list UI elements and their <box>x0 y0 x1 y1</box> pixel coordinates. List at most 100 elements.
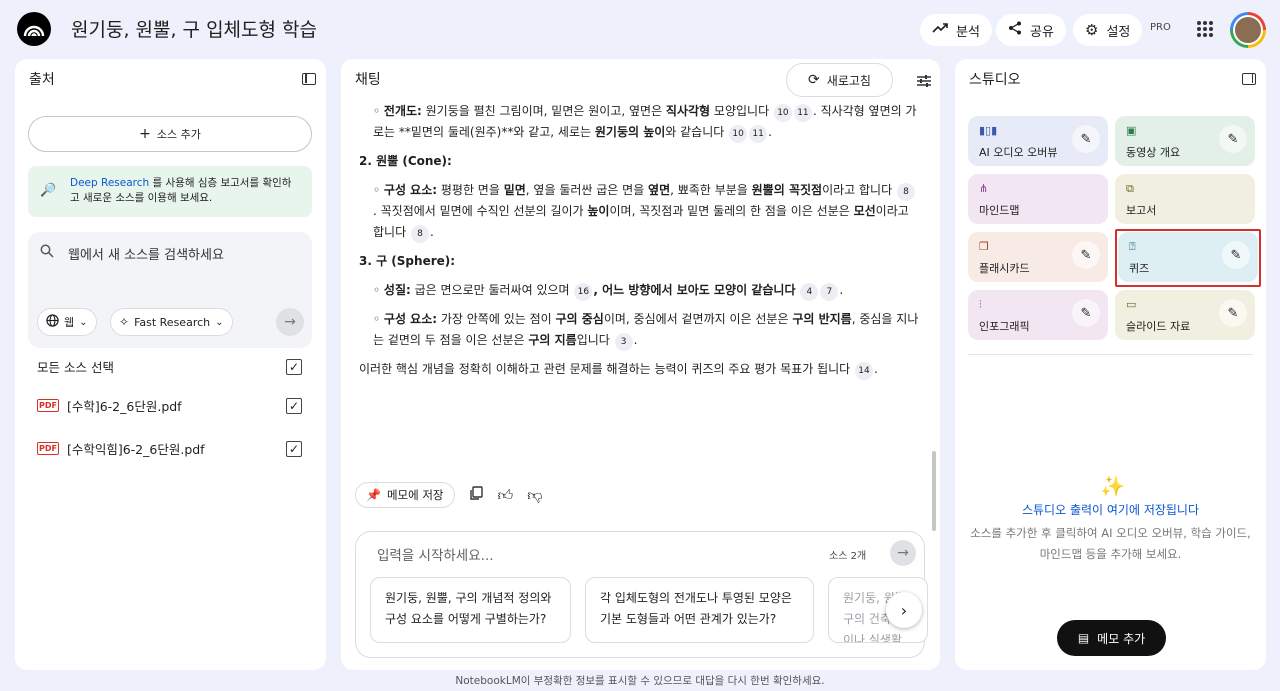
tune-icon[interactable] <box>916 73 932 87</box>
research-mode-dropdown[interactable]: ✧ Fast Research ⌄ <box>110 308 233 336</box>
add-source-button[interactable]: + 소스 추가 <box>28 116 312 152</box>
citation-chip[interactable]: 14 <box>855 362 874 380</box>
source-checkbox[interactable]: ✓ <box>286 398 302 414</box>
pdf-icon: PDF <box>37 442 59 455</box>
flashcard-tile[interactable]: ❐ 플래시카드 ✎ <box>968 232 1108 282</box>
web-search-box: 웹에서 새 소스를 검색하세요 웹 ⌄ ✧ Fast Research ⌄ → <box>28 232 312 348</box>
thumbs-up-icon[interactable]: 👍︎ <box>498 486 514 505</box>
citation-chip[interactable]: 16 <box>574 283 593 301</box>
citation-chip[interactable]: 7 <box>820 283 839 301</box>
suggested-question[interactable]: 각 입체도형의 전개도나 투영된 모양은 기본 도형들과 어떤 관계가 있는가? <box>585 577 814 643</box>
citation-chip[interactable]: 8 <box>410 225 429 243</box>
note-icon: ▤ <box>1077 631 1090 645</box>
sources-panel: 출처 + 소스 추가 🔎 Deep Research 를 사용해 심층 보고서를… <box>15 59 326 670</box>
citation-chip[interactable]: 8 <box>896 183 915 201</box>
analyze-label: 분석 <box>956 24 980 40</box>
suggested-question[interactable]: 원기둥, 원뿔, 구의 개념적 정의와 구성 요소를 어떻게 구별하는가? <box>370 577 571 643</box>
tile-label: 마인드맵 <box>979 204 1020 217</box>
sources-title: 출처 <box>29 72 55 88</box>
tile-label: 플래시카드 <box>979 262 1030 275</box>
notebook-title[interactable]: 원기둥, 원뿔, 구 입체도형 학습 <box>71 15 317 42</box>
citation-chip[interactable]: 4 <box>800 283 819 301</box>
source-item[interactable]: PDF [수학]6-2_6단원.pdf <box>37 396 182 415</box>
thumbs-down-icon[interactable]: 👎︎ <box>527 486 542 505</box>
edit-pencil-icon[interactable]: ✎ <box>1222 241 1250 269</box>
pdf-icon: PDF <box>37 399 59 412</box>
mindmap-tile[interactable]: ⋔ 마인드맵 <box>968 174 1108 224</box>
notebooklm-logo[interactable] <box>17 12 51 46</box>
magic-wand-icon: ✨ <box>1100 474 1125 498</box>
edit-pencil-icon[interactable]: ✎ <box>1219 299 1247 327</box>
citation-chip[interactable]: 11 <box>749 125 768 143</box>
tile-label: 퀴즈 <box>1129 262 1150 275</box>
edit-pencil-icon[interactable]: ✎ <box>1072 299 1100 327</box>
disclaimer-footer: NotebookLM이 부정확한 정보를 표시할 수 있으므로 대답을 다시 한… <box>455 675 825 687</box>
tile-label: AI 오디오 오버뷰 <box>979 146 1058 159</box>
deep-research-link[interactable]: Deep Research <box>70 177 149 189</box>
collapse-panel-icon[interactable] <box>302 73 316 85</box>
edit-pencil-icon[interactable]: ✎ <box>1219 125 1247 153</box>
sparkle-search-icon: ✧ <box>119 315 130 329</box>
section-heading: 3. 구 (Sphere): <box>359 254 456 268</box>
save-memo-label: 메모에 저장 <box>386 488 444 502</box>
web-chip-label: 웹 <box>64 316 75 329</box>
source-item[interactable]: PDF [수학익힘]6-2_6단원.pdf <box>37 439 205 458</box>
chat-input-box: 입력을 시작하세요... 소스 2개 → 원기둥, 원뿔, 구의 개념적 정의와… <box>355 531 928 658</box>
source-file-name: [수학익힘]6-2_6단원.pdf <box>66 442 205 457</box>
pin-icon: 📌 <box>366 488 381 502</box>
web-search-input[interactable]: 웹에서 새 소스를 검색하세요 <box>68 244 224 263</box>
citation-chip[interactable]: 11 <box>793 104 812 122</box>
video-overview-tile[interactable]: ▣ 동영상 개요 ✎ <box>1115 116 1255 166</box>
report-tile[interactable]: ⧉ 보고서 <box>1115 174 1255 224</box>
copy-icon[interactable] <box>469 485 484 505</box>
studio-title: 스튜디오 <box>969 72 1021 88</box>
chevron-down-icon: ⌄ <box>79 316 88 328</box>
tile-label: 인포그래픽 <box>979 320 1030 333</box>
tile-label: 동영상 개요 <box>1126 146 1181 159</box>
response-paragraph: ◦ 전개도: 원기둥을 펼친 그림이며, 밑면은 원이고, 옆면은 직사각형 모… <box>359 101 919 143</box>
web-source-dropdown[interactable]: 웹 ⌄ <box>37 308 97 336</box>
response-paragraph: 이러한 핵심 개념을 정확히 이해하고 관련 문제를 해결하는 능력이 퀴즈의 … <box>359 359 919 380</box>
slides-tile[interactable]: ▭ 슬라이드 자료 ✎ <box>1115 290 1255 340</box>
quiz-tile[interactable]: ⍰ 퀴즈 ✎ <box>1118 232 1258 282</box>
share-icon <box>1008 21 1022 39</box>
search-sparkle-icon: 🔎 <box>40 183 57 198</box>
send-button[interactable]: → <box>890 540 916 566</box>
apps-grid-icon[interactable] <box>1197 21 1213 37</box>
analyze-button[interactable]: 분석 <box>920 14 992 46</box>
edit-pencil-icon[interactable]: ✎ <box>1072 241 1100 269</box>
research-chip-label: Fast Research <box>134 315 211 329</box>
report-icon: ⧉ <box>1126 182 1134 195</box>
chevron-down-icon: ⌄ <box>215 316 224 328</box>
tile-label: 보고서 <box>1126 204 1157 217</box>
top-header: 원기둥, 원뿔, 구 입체도형 학습 분석 공유 ⚙ 설정 PRO <box>0 0 1280 58</box>
response-paragraph: ◦ 구성 요소: 평평한 면을 밑면, 옆을 둘러싼 굽은 면을 옆면, 뾰족한… <box>359 180 919 243</box>
chat-scrollbar[interactable] <box>932 451 936 531</box>
select-all-label: 모든 소스 선택 <box>37 357 114 376</box>
avatar[interactable] <box>1230 12 1266 48</box>
response-paragraph: ◦ 성질: 굽은 면으로만 둘러싸여 있으며 16, 어느 방향에서 보아도 모… <box>359 280 919 301</box>
next-suggestions-button[interactable]: › <box>886 592 922 628</box>
infographic-icon: ⫶ <box>979 298 982 311</box>
add-memo-button[interactable]: ▤ 메모 추가 <box>1057 620 1166 656</box>
audio-overview-tile[interactable]: ▮▯▮ AI 오디오 오버뷰 ✎ <box>968 116 1108 166</box>
refresh-button[interactable]: ⟳ 새로고침 <box>786 63 893 97</box>
share-button[interactable]: 공유 <box>996 14 1066 46</box>
citation-chip[interactable]: 3 <box>614 333 633 351</box>
select-all-text: 모든 소스 선택 <box>37 360 114 375</box>
citation-chip[interactable]: 10 <box>729 125 748 143</box>
edit-pencil-icon[interactable]: ✎ <box>1072 125 1100 153</box>
studio-empty-desc: 소스를 추가한 후 클릭하여 AI 오디오 오버뷰, 학습 가이드, 마인드맵 … <box>970 526 1251 561</box>
source-checkbox[interactable]: ✓ <box>286 441 302 457</box>
collapse-studio-icon[interactable] <box>1242 73 1256 85</box>
submit-search-button[interactable]: → <box>276 308 304 336</box>
citation-chip[interactable]: 10 <box>773 104 792 122</box>
chat-input[interactable]: 입력을 시작하세요... <box>377 544 494 564</box>
infographic-tile[interactable]: ⫶ 인포그래픽 ✎ <box>968 290 1108 340</box>
share-label: 공유 <box>1030 24 1054 40</box>
trending-icon <box>932 22 948 38</box>
deep-research-banner: 🔎 Deep Research 를 사용해 심층 보고서를 확인하고 새로운 소… <box>28 166 312 217</box>
save-to-memo-button[interactable]: 📌 메모에 저장 <box>355 482 455 508</box>
select-all-checkbox[interactable]: ✓ <box>286 359 302 375</box>
settings-button[interactable]: ⚙ 설정 <box>1073 14 1143 46</box>
